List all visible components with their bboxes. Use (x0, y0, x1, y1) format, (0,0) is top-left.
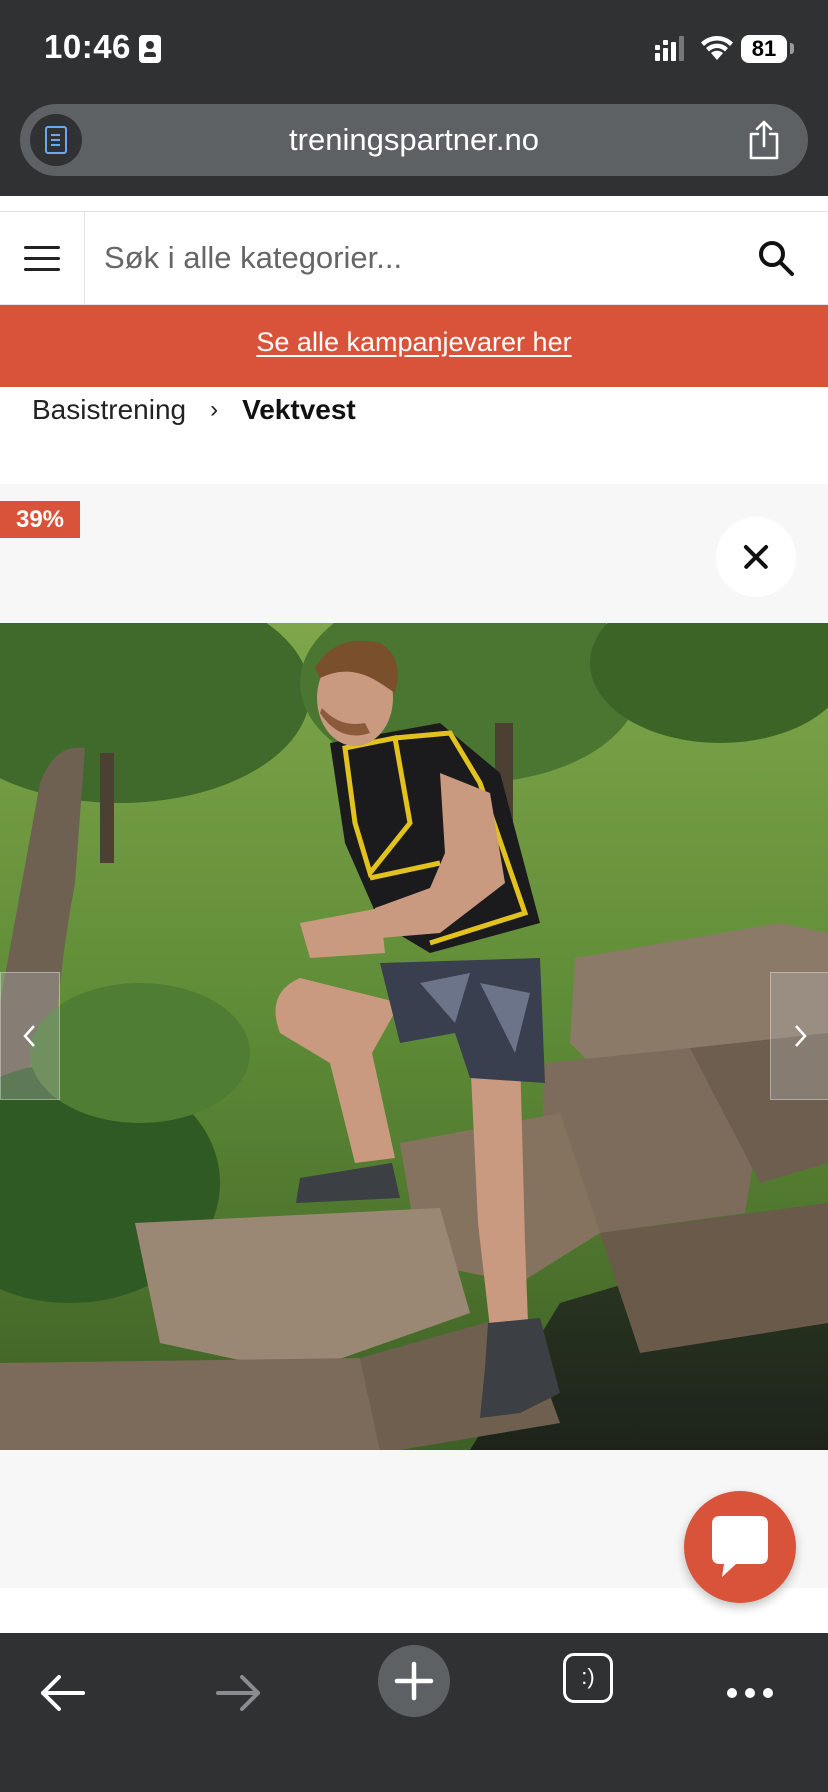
url-text[interactable]: treningspartner.no (20, 122, 808, 158)
plus-icon (394, 1661, 434, 1701)
gallery-next-button[interactable] (770, 972, 828, 1100)
breadcrumb-separator: › (210, 396, 219, 423)
tabs-label: :) (581, 1664, 595, 1689)
browser-toolbar: :) (0, 1633, 828, 1792)
share-icon[interactable] (746, 120, 782, 160)
new-tab-button[interactable] (378, 1645, 450, 1717)
id-card-icon (139, 35, 161, 63)
search-input[interactable] (104, 238, 704, 278)
promo-link[interactable]: Se alle kampanjevarer her (256, 327, 571, 358)
product-gallery: 39% (0, 484, 828, 1588)
hamburger-icon[interactable] (0, 212, 85, 304)
breadcrumb-item-basistrening[interactable]: Basistrening (32, 394, 186, 426)
breadcrumb-current: Vektvest (242, 394, 356, 425)
chat-button[interactable] (684, 1491, 796, 1603)
more-icon[interactable] (710, 1657, 790, 1729)
discount-badge: 39% (0, 501, 80, 538)
signal-icon (655, 36, 684, 61)
chat-bubble-icon (712, 1516, 768, 1577)
product-photo[interactable] (0, 623, 828, 1450)
forward-arrow-icon[interactable] (198, 1657, 278, 1729)
search-icon[interactable] (756, 238, 796, 278)
status-bar: 10:46 81 (0, 0, 828, 100)
chevron-right-icon (795, 1025, 807, 1047)
status-time: 10:46 (44, 28, 131, 65)
browser-url-area: treningspartner.no (0, 100, 828, 196)
promo-banner: Se alle kampanjevarer her (0, 305, 828, 387)
wifi-icon (701, 36, 733, 60)
tabs-icon[interactable]: :) (563, 1653, 613, 1703)
site-header (0, 211, 828, 305)
gallery-prev-button[interactable] (0, 972, 60, 1100)
close-icon[interactable] (716, 517, 796, 597)
breadcrumb: Basistrening › Vektvest (32, 390, 356, 430)
chevron-left-icon (23, 1025, 35, 1047)
battery-tip (790, 43, 794, 54)
battery-icon: 81 (741, 35, 787, 63)
address-bar[interactable]: treningspartner.no (20, 104, 808, 176)
back-arrow-icon[interactable] (23, 1657, 103, 1729)
